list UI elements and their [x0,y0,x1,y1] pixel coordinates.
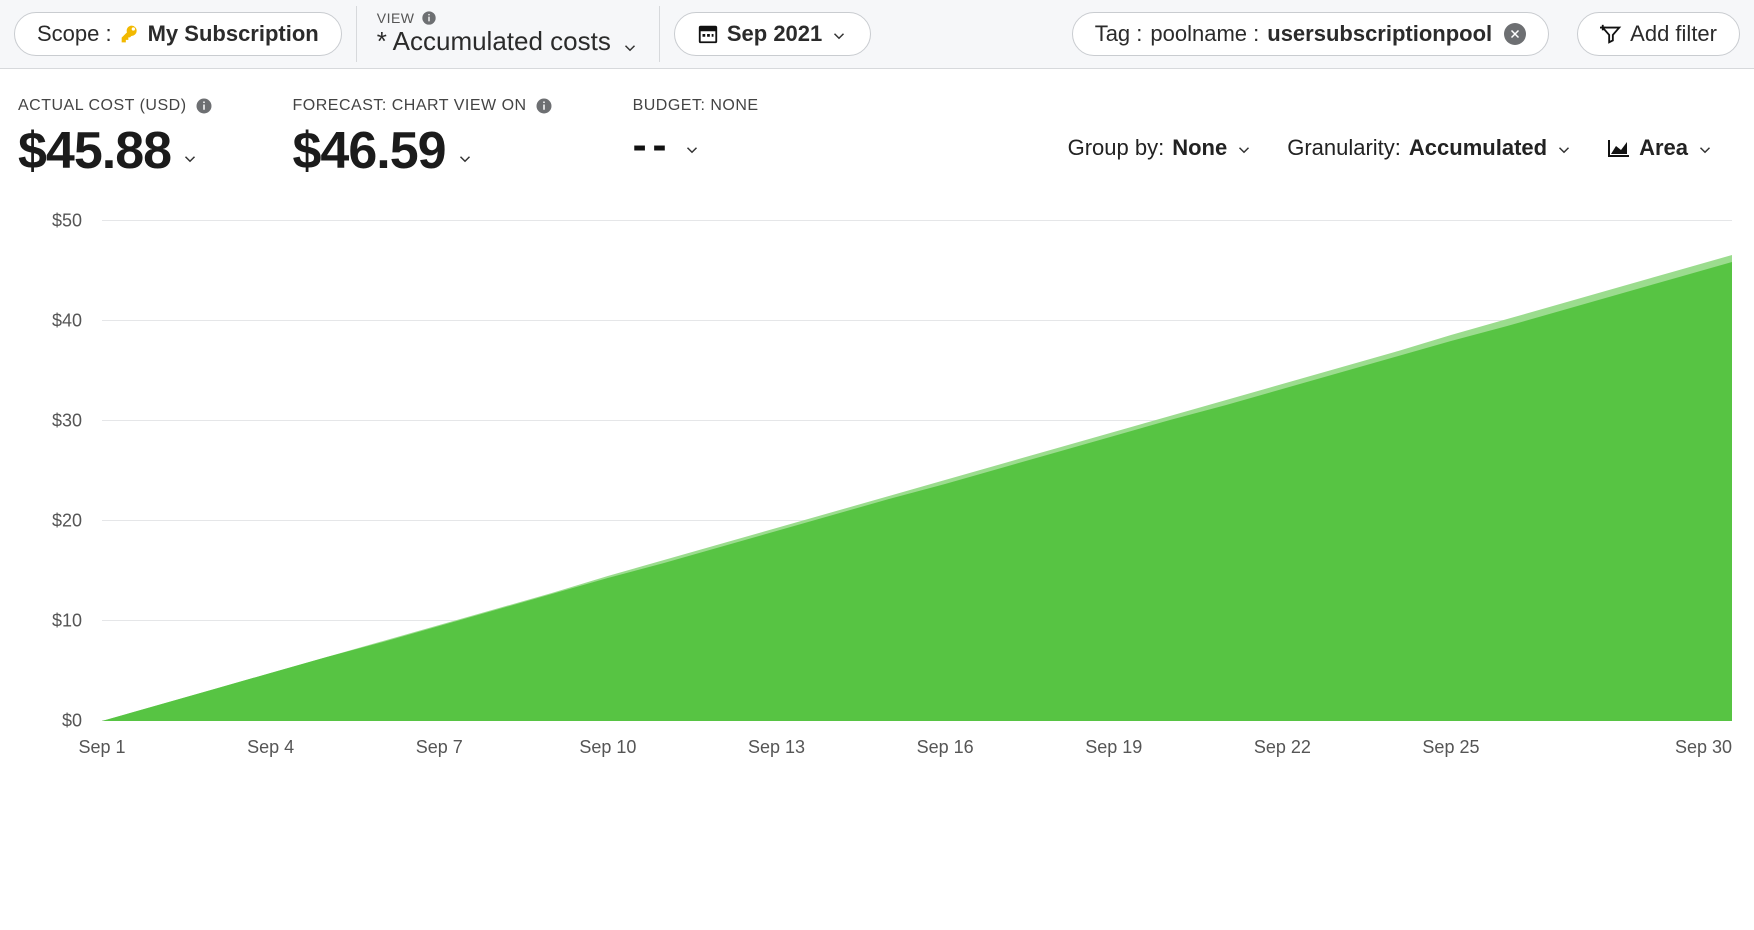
info-icon [535,97,553,115]
groupby-value: None [1172,135,1227,161]
tag-filter-pill[interactable]: Tag : poolname : usersubscriptionpool [1072,12,1549,56]
charttype-dropdown[interactable]: Area [1607,135,1714,161]
tag-prefix: Tag : [1095,21,1143,47]
chart-controls: Group by: None Granularity: Accumulated … [1068,97,1736,161]
kpi-forecast-label-row: FORECAST: CHART VIEW ON [293,97,553,115]
x-axis: Sep 1Sep 4Sep 7Sep 10Sep 13Sep 16Sep 19S… [102,731,1732,781]
add-filter-label: Add filter [1630,21,1717,47]
view-label-row: VIEW [377,10,437,26]
kpi-budget-dropdown[interactable]: -- [633,121,759,169]
kpi-budget: BUDGET: NONE -- [633,97,759,169]
granularity-dropdown[interactable]: Granularity: Accumulated [1287,135,1573,161]
kpi-forecast-label: FORECAST: CHART VIEW ON [293,97,527,115]
view-value: * Accumulated costs [377,26,611,57]
kpi-forecast-value: $46.59 [293,121,446,181]
x-tick: Sep 19 [1085,737,1142,758]
x-tick: Sep 22 [1254,737,1311,758]
tag-value: usersubscriptionpool [1267,21,1492,47]
scope-cell: Scope : My Subscription [0,6,357,62]
chevron-down-icon [1555,139,1573,157]
charttype-value: Area [1639,135,1688,161]
x-tick: Sep 1 [78,737,125,758]
y-tick: $10 [52,611,82,632]
view-cell: VIEW * Accumulated costs [357,6,660,62]
y-tick: $40 [52,311,82,332]
x-tick: Sep 10 [579,737,636,758]
chart-container: $0 $10 $20 $30 $40 $50 Sep 1 Sep 4 Sep 7 Sep 10 S… [0,181,1754,791]
info-icon [195,97,213,115]
x-tick: Sep 16 [917,737,974,758]
tag-cell: Tag : poolname : usersubscriptionpool [1058,6,1563,62]
kpi-budget-label-row: BUDGET: NONE [633,97,759,115]
kpi-actual-label-row: ACTUAL COST (USD) [18,97,213,115]
chevron-down-icon [1235,139,1253,157]
kpi-actual-label: ACTUAL COST (USD) [18,97,187,115]
remove-tag-button[interactable] [1504,23,1526,45]
info-icon [421,10,437,26]
view-label: VIEW [377,10,415,26]
kpi-forecast-dropdown[interactable]: $46.59 [293,121,553,181]
x-tick: Sep 13 [748,737,805,758]
chevron-down-icon [830,25,848,43]
scope-prefix: Scope : [37,21,112,47]
groupby-label: Group by: [1068,135,1165,161]
area-svg [102,221,1732,721]
scope-value: My Subscription [148,21,319,47]
y-tick: $30 [52,411,82,432]
granularity-label: Granularity: [1287,135,1401,161]
kpi-budget-label: BUDGET: NONE [633,97,759,115]
y-tick: $0 [62,711,82,732]
chevron-down-icon [181,150,199,168]
add-filter-cell: Add filter [1563,6,1754,62]
chevron-down-icon [456,150,474,168]
kpi-actual-value: $45.88 [18,121,171,181]
chevron-down-icon [621,33,639,51]
x-tick: Sep 4 [247,737,294,758]
view-dropdown[interactable]: * Accumulated costs [377,26,639,57]
x-tick: Sep 30 [1675,737,1732,758]
date-pill[interactable]: Sep 2021 [674,12,871,56]
date-cell: Sep 2021 [660,6,885,62]
y-tick: $50 [52,211,82,232]
add-filter-button[interactable]: Add filter [1577,12,1740,56]
y-axis: $0$10$20$30$40$50 [12,221,92,721]
tag-key: poolname : [1150,21,1259,47]
x-tick: Sep 7 [416,737,463,758]
calendar-icon [697,23,719,45]
kpi-actual-dropdown[interactable]: $45.88 [18,121,213,181]
scope-pill[interactable]: Scope : My Subscription [14,12,342,56]
kpi-budget-value: -- [633,121,673,169]
date-value: Sep 2021 [727,21,822,47]
granularity-value: Accumulated [1409,135,1547,161]
chevron-down-icon [683,141,701,159]
toolbar: Scope : My Subscription VIEW * Accumulat… [0,0,1754,69]
key-icon [120,24,140,44]
filter-icon [1600,23,1622,45]
chevron-down-icon [1696,139,1714,157]
x-tick: Sep 25 [1422,737,1479,758]
area-chart-icon [1607,138,1631,158]
groupby-dropdown[interactable]: Group by: None [1068,135,1254,161]
y-tick: $20 [52,511,82,532]
cost-chart: $0$10$20$30$40$50 Sep 1Sep 4Sep 7Sep 10S… [12,221,1742,781]
kpi-forecast: FORECAST: CHART VIEW ON $46.59 [293,97,553,181]
kpi-actual-cost: ACTUAL COST (USD) $45.88 [18,97,213,181]
kpi-row: ACTUAL COST (USD) $45.88 FORECAST: CHART… [0,69,1754,181]
plot-area [102,221,1732,721]
